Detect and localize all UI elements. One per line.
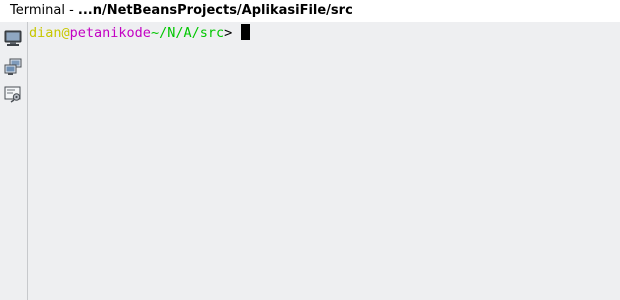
- prompt-symbol: >: [224, 25, 241, 41]
- prompt-user: dian: [29, 25, 62, 41]
- monitor-button[interactable]: [3, 28, 23, 48]
- tab-title-prefix: Terminal -: [10, 3, 78, 18]
- connect-remote-icon: [4, 58, 22, 75]
- shell-prompt-line: dian@petanikode~/N/A/src>: [29, 24, 251, 42]
- terminal-side-toolbar: [0, 22, 28, 300]
- prompt-at-sign: @: [61, 25, 70, 41]
- text-cursor: [241, 24, 251, 40]
- tab-title: Terminal - ...n/NetBeansProjects/Aplikas…: [10, 2, 353, 20]
- monitor-icon: [4, 30, 22, 46]
- connect-remote-button[interactable]: [3, 57, 23, 77]
- prompt-host: petanikode: [69, 25, 151, 41]
- prompt-path: ~/N/A/src: [150, 25, 225, 41]
- terminal-options-icon: [4, 86, 21, 103]
- terminal-output-area[interactable]: dian@petanikode~/N/A/src>: [28, 22, 620, 300]
- tab-title-path: ...n/NetBeansProjects/AplikasiFile/src: [77, 3, 353, 18]
- terminal-tab[interactable]: Terminal - ...n/NetBeansProjects/Aplikas…: [0, 0, 620, 22]
- terminal-options-button[interactable]: [3, 84, 23, 104]
